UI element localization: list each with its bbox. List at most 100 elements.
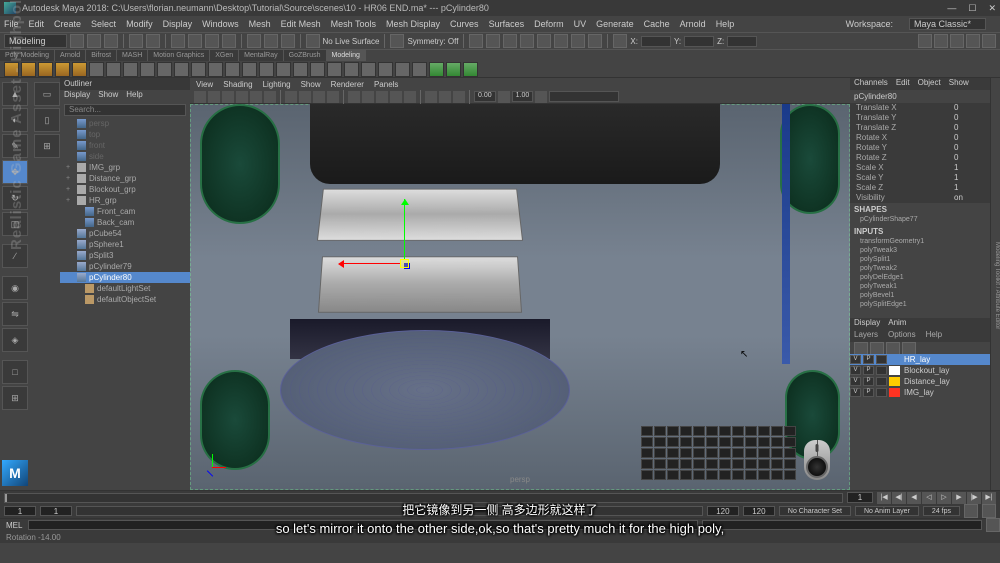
shelf-button[interactable] (429, 62, 444, 77)
menu-arnold[interactable]: Arnold (680, 19, 706, 29)
y-field[interactable] (684, 36, 714, 47)
four-pane-icon[interactable]: ⊞ (2, 386, 28, 410)
select-object-icon[interactable] (205, 34, 219, 48)
step-fwd-button[interactable]: |▶ (967, 492, 981, 504)
cb-show-tab[interactable]: Show (949, 78, 969, 90)
vp-lock-cam-icon[interactable] (208, 91, 220, 103)
shelf-button[interactable] (157, 62, 172, 77)
play-back-button[interactable]: ◁ (922, 492, 936, 504)
vp-select-cam-icon[interactable] (194, 91, 206, 103)
shelf-button[interactable] (310, 62, 325, 77)
shelf-button[interactable] (242, 62, 257, 77)
vp-shaded-icon[interactable] (362, 91, 374, 103)
outliner-item[interactable]: +Blockout_grp (60, 184, 190, 195)
z-field[interactable] (727, 36, 757, 47)
render-sequence-icon[interactable] (588, 34, 602, 48)
symmetry-tool-icon[interactable]: ⇋ (2, 302, 28, 326)
snap-point-icon[interactable] (281, 34, 295, 48)
layout-two-icon[interactable]: ▯ (34, 108, 60, 132)
vp-lighting-menu[interactable]: Lighting (263, 80, 291, 89)
outliner-item[interactable]: pCylinder79 (60, 261, 190, 272)
open-scene-icon[interactable] (87, 34, 101, 48)
menu-mesh[interactable]: Mesh (249, 19, 271, 29)
shelf-button[interactable] (463, 62, 478, 77)
shelf-button[interactable] (361, 62, 376, 77)
menu-meshtools[interactable]: Mesh Tools (331, 19, 376, 29)
shelf-button[interactable] (276, 62, 291, 77)
layers-layers-menu[interactable]: Layers (854, 330, 878, 342)
menu-curves[interactable]: Curves (450, 19, 479, 29)
animlayer-select[interactable]: No Anim Layer (855, 506, 919, 516)
outliner-item[interactable]: +HR_grp (60, 195, 190, 206)
shelf-button[interactable] (412, 62, 427, 77)
layer-row[interactable]: VPDistance_lay (850, 376, 990, 387)
render-icon[interactable] (486, 34, 500, 48)
history-node[interactable]: polyTweak1 (850, 283, 990, 292)
cb-object-tab[interactable]: Object (918, 78, 941, 90)
shelf-button[interactable] (191, 62, 206, 77)
outliner-item[interactable]: defaultLightSet (60, 283, 190, 294)
select-hierarchy-icon[interactable] (188, 34, 202, 48)
shelf-tab[interactable]: Motion Graphics (148, 50, 210, 61)
toggle-channelbox-icon[interactable] (966, 34, 980, 48)
toggle-attribute-icon[interactable] (950, 34, 964, 48)
channel-attr-row[interactable]: Rotate Z0 (850, 153, 990, 163)
vp-viewtransform[interactable] (549, 91, 619, 102)
layer-row[interactable]: VPBlockout_lay (850, 365, 990, 376)
vp-exposure-field[interactable]: 0.00 (474, 91, 496, 102)
toggle-tool-icon[interactable] (982, 34, 996, 48)
history-node[interactable]: transformGeometry1 (850, 238, 990, 247)
live-surface-icon[interactable] (306, 34, 320, 48)
rewind-button[interactable]: |◀ (877, 492, 891, 504)
layout-single-icon[interactable]: ▭ (34, 82, 60, 106)
history-icon[interactable] (469, 34, 483, 48)
layers-help-menu[interactable]: Help (926, 330, 942, 342)
manip-y-axis[interactable] (404, 199, 405, 259)
shelf-button[interactable] (72, 62, 87, 77)
layers-display-tab[interactable]: Display (854, 318, 880, 330)
shelf-button[interactable] (446, 62, 461, 77)
charset-select[interactable]: No Character Set (779, 506, 851, 516)
shelf-button[interactable] (38, 62, 53, 77)
outliner-item[interactable]: defaultObjectSet (60, 294, 190, 305)
undo-icon[interactable] (129, 34, 143, 48)
select-component-icon[interactable] (222, 34, 236, 48)
outliner-item[interactable]: front (60, 140, 190, 151)
shelf-button[interactable] (395, 62, 410, 77)
new-scene-icon[interactable] (70, 34, 84, 48)
shelf-button[interactable] (259, 62, 274, 77)
shelf-tab[interactable]: GoZBrush (284, 50, 327, 61)
outliner-item[interactable]: Front_cam (60, 206, 190, 217)
shelf-tab[interactable]: XGen (210, 50, 239, 61)
menu-windows[interactable]: Windows (202, 19, 239, 29)
channel-attr-row[interactable]: Rotate X0 (850, 133, 990, 143)
menu-surfaces[interactable]: Surfaces (489, 19, 525, 29)
snap-curve-icon[interactable] (264, 34, 278, 48)
outliner-search[interactable]: Search... (64, 104, 186, 116)
shelf-button[interactable] (208, 62, 223, 77)
outliner-display-menu[interactable]: Display (64, 90, 90, 102)
cb-channels-tab[interactable]: Channels (854, 78, 888, 90)
snap-together-icon[interactable]: ◈ (2, 328, 28, 352)
outliner-item[interactable]: pSphere1 (60, 239, 190, 250)
history-node[interactable]: polySplit1 (850, 256, 990, 265)
channel-attr-row[interactable]: Scale X1 (850, 163, 990, 173)
manip-x-axis[interactable] (340, 263, 400, 264)
viewport-3d[interactable]: persp ↖ (190, 104, 850, 490)
script-editor-icon[interactable] (986, 518, 1000, 532)
right-tab-strip[interactable]: Modeling Toolkit / Attribute Editor (990, 78, 1000, 490)
layer-row[interactable]: VPHR_lay (850, 354, 990, 365)
channel-attr-row[interactable]: Scale Y1 (850, 173, 990, 183)
menu-create[interactable]: Create (54, 19, 81, 29)
shelf-button[interactable] (378, 62, 393, 77)
menu-modify[interactable]: Modify (126, 19, 153, 29)
fps-select[interactable]: 24 fps (923, 506, 960, 516)
next-key-button[interactable]: ▶ (952, 492, 966, 504)
range-start-field[interactable]: 1 (40, 506, 72, 516)
select-mask-icon[interactable] (171, 34, 185, 48)
vp-gamma-field[interactable]: 1.00 (512, 91, 534, 102)
history-node[interactable]: polyBevel1 (850, 292, 990, 301)
vp-xray-joints-icon[interactable] (453, 91, 465, 103)
vp-wireframe-icon[interactable] (348, 91, 360, 103)
outliner-item[interactable]: persp (60, 118, 190, 129)
